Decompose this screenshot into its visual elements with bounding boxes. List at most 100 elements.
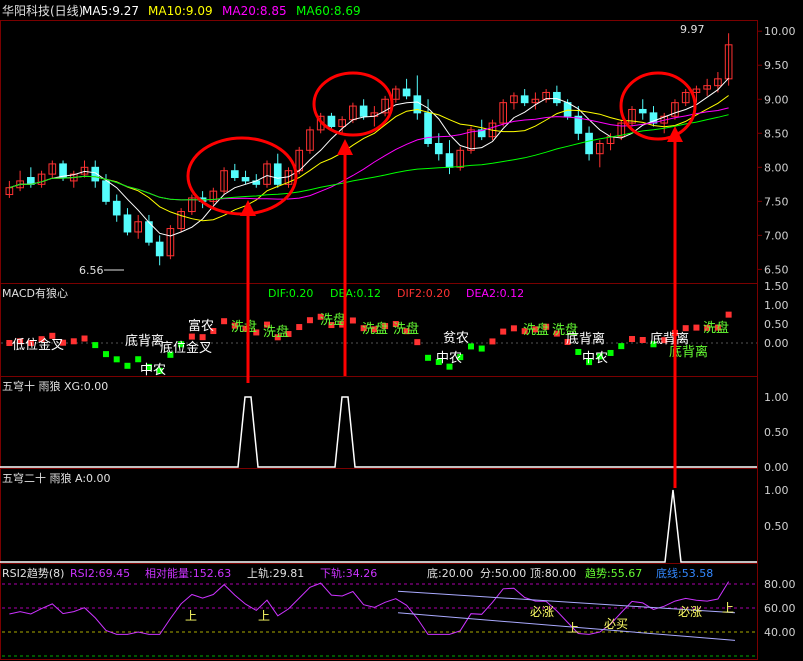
main-y-tick-label: 7.50 [764, 195, 789, 208]
macd-label: 洗盘 [393, 321, 419, 337]
a-panel-frame [0, 468, 758, 564]
xg-y-axis: 1.00 0.50 0.00 [764, 391, 789, 474]
macd-marker [425, 354, 432, 361]
a-y-tick-label: 0.50 [764, 520, 789, 533]
annotation-arrowhead-3 [667, 126, 683, 142]
rsi-y-tick-label: 80.00 [764, 578, 796, 591]
rsi-upper: 上轨:29.81 [247, 566, 304, 580]
main-y-tick-label: 6.50 [764, 263, 789, 276]
main-y-tick-label: 10.00 [764, 25, 796, 38]
rsi-lines [2, 581, 757, 657]
macd-dif: DIF:0.20 [268, 287, 313, 300]
rsi-header: RSI2趋势(8) RSI2:69.45 相对能量:152.63 上轨:29.8… [2, 566, 713, 580]
macd-header: MACD有狼心 DIF:0.20 DEA:0.12 DIF2:0.20 DEA2… [2, 286, 524, 300]
macd-y-tick-label: 0.00 [764, 337, 789, 350]
macd-marker [629, 336, 636, 343]
macd-label: 底位金叉 [160, 340, 212, 356]
rsi-label: 必买 [604, 617, 628, 631]
rsi-y-tick-label: 60.00 [764, 602, 796, 615]
macd-marker [296, 324, 303, 331]
rsi-label: 上 [567, 621, 579, 635]
macd-marker [682, 325, 689, 332]
ma60-line [9, 114, 729, 201]
rsi-base: 底线:53.58 [656, 566, 713, 580]
candle-body [434, 142, 443, 155]
a-y-tick-label: 1.00 [764, 484, 789, 497]
macd-label: 低位金叉 [12, 337, 64, 353]
a-title: 五穹二十 雨狼 A:0.00 [2, 471, 111, 485]
rsi-label: 必涨 [530, 604, 554, 619]
rsi-trend: 趋势:55.67 [585, 567, 642, 580]
macd-label: 洗盘 [703, 320, 729, 336]
macd-dea2: DEA2:0.12 [466, 287, 524, 300]
a-y-axis: 1.00 0.50 [764, 484, 789, 533]
macd-marker [70, 338, 77, 345]
candle-body [241, 177, 250, 182]
main-title: 华阳科技(日线) [2, 4, 83, 18]
rsi-label: 上 [722, 601, 734, 615]
macd-marker [618, 343, 625, 350]
rsi-relative: 相对能量:152.63 [145, 566, 231, 580]
rsi-lower: 下轨:34.26 [320, 566, 377, 580]
macd-marker [92, 342, 99, 349]
macd-marker [639, 337, 646, 344]
macd-label: 洗盘 [320, 312, 346, 328]
macd-y-tick-label: 0.50 [764, 318, 789, 331]
candle-body [155, 241, 164, 257]
macd-marker [349, 317, 356, 324]
candle-body [520, 95, 529, 104]
xg-y-tick-label: 1.00 [764, 391, 789, 404]
macd-label: 洗盘 [523, 322, 549, 338]
macd-label: 底背离 [566, 331, 605, 347]
ma60-label: MA60:8.69 [296, 4, 361, 18]
candle-body [102, 180, 110, 202]
rsi-label: 上 [258, 609, 270, 623]
macd-label: 中农 [436, 351, 462, 366]
rsi-y-tick-label: 40.00 [764, 626, 796, 639]
macd-marker [113, 356, 120, 363]
candle-body [445, 153, 454, 168]
rsi-mid: 分:50.00 [480, 567, 526, 580]
candle-body [402, 88, 411, 97]
ma10-label: MA10:9.09 [148, 4, 213, 18]
candle-body [585, 132, 593, 155]
candle-body [638, 108, 647, 114]
macd-title: MACD有狼心 [2, 286, 68, 300]
xg-polyline [0, 396, 757, 468]
macd-label: 底背离 [125, 333, 164, 349]
a-polyline [0, 489, 757, 563]
main-y-tick-label: 7.00 [764, 229, 789, 242]
macd-marker [510, 325, 517, 332]
candle-body [359, 105, 368, 117]
ma5-label: MA5:9.27 [82, 4, 139, 18]
main-y-tick-label: 9.00 [764, 93, 789, 106]
macd-label: 富农 [188, 318, 214, 334]
macd-marker [414, 339, 421, 346]
xg-y-tick-label: 0.50 [764, 426, 789, 439]
annotation-arrowhead-1 [240, 200, 256, 216]
rsi-label: 必涨 [678, 604, 702, 619]
rsi-title: RSI2趋势(8) [2, 567, 64, 580]
macd-y-tick-label: 1.50 [764, 280, 789, 293]
macd-label: 中农 [140, 363, 166, 378]
macd-marker [575, 348, 582, 355]
high-marker: 9.97 [680, 23, 705, 36]
candle-body [230, 170, 239, 179]
macd-marker [188, 333, 195, 340]
macd-marker [102, 351, 109, 358]
macd-marker [135, 356, 142, 363]
macd-marker [199, 334, 206, 341]
candle-body [424, 112, 432, 144]
rsi-rsi2: RSI2:69.45 [70, 567, 130, 580]
macd-marker [306, 317, 313, 324]
main-panel-frame [0, 20, 758, 284]
rsi-bottom: 底:20.00 [427, 566, 473, 580]
macd-marker [489, 338, 496, 345]
xg-panel-frame [0, 376, 758, 469]
rsi-y-axis: 80.00 60.00 40.00 [764, 578, 796, 639]
macd-marker [221, 318, 228, 325]
low-marker: 6.56 [79, 264, 104, 277]
macd-label: 洗盘 [263, 324, 289, 340]
macd-dif2: DIF2:0.20 [397, 287, 450, 300]
xg-signal-line [0, 396, 757, 468]
